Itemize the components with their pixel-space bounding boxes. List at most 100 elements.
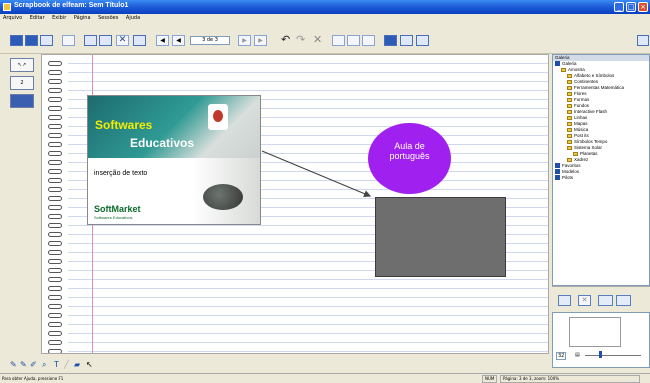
text-tool-icon[interactable]: T <box>54 360 59 370</box>
gallery-item-label: Fundos <box>574 103 590 108</box>
spiral-ring <box>48 187 62 192</box>
next-page-icon[interactable]: ▶ <box>238 35 251 46</box>
creative-pen-icon[interactable]: ✐ <box>30 360 37 370</box>
gallery-item-label: Interactive Flash <box>574 109 608 114</box>
insert-page-icon[interactable] <box>99 35 112 46</box>
gallery-item-label: Continentes <box>574 79 599 84</box>
menu-pagina[interactable]: Página <box>71 14 94 23</box>
view-grid-icon[interactable] <box>25 35 38 46</box>
pen-icon[interactable]: ✎ <box>10 360 17 370</box>
notebook-spiral <box>42 55 68 353</box>
checkbox-icon[interactable] <box>555 61 560 67</box>
gallery-tree: Galeria Galeria Amostra Alfabeto e Símbolos… <box>553 55 649 181</box>
gallery-item-label: Amostra <box>568 67 585 72</box>
app-icon <box>3 3 11 11</box>
link-icon[interactable] <box>347 35 360 46</box>
attach-icon[interactable] <box>362 35 375 46</box>
folder-icon <box>567 109 572 114</box>
gallery-item-label: Galeria <box>562 61 577 66</box>
spiral-ring <box>48 250 62 255</box>
checkbox-icon[interactable] <box>555 175 560 181</box>
gray-rectangle-shape[interactable] <box>375 197 506 277</box>
spiral-ring <box>48 331 62 336</box>
menu-sessoes[interactable]: Sessões <box>95 14 121 23</box>
dual-view-icon[interactable] <box>400 35 413 46</box>
line-tool-icon[interactable]: ╱ <box>64 360 69 370</box>
spiral-ring <box>48 286 62 291</box>
fill-tool-icon[interactable]: ▰ <box>74 360 80 370</box>
menu-arquivo[interactable]: Arquivo <box>0 14 25 23</box>
gallery-remove-icon[interactable]: ✕ <box>578 295 591 306</box>
image-title-line1: Softwares <box>95 118 153 132</box>
checkbox-icon[interactable] <box>555 163 560 169</box>
magic-pen-icon[interactable]: ⌕ <box>42 360 46 370</box>
last-page-icon[interactable]: ▶ <box>254 35 267 46</box>
gallery-item-label: Favoritos <box>562 163 581 168</box>
view-single-icon[interactable] <box>10 35 23 46</box>
previous-page-icon[interactable]: ◀ <box>156 35 169 46</box>
softwares-educativos-image[interactable]: Softwares Educativos inserção de texto S… <box>87 95 261 225</box>
spiral-ring <box>48 268 62 273</box>
full-view-icon[interactable] <box>416 35 429 46</box>
menu-ajuda[interactable]: Ajuda <box>123 14 143 23</box>
first-page-icon[interactable]: ◀ <box>172 35 185 46</box>
minimize-button[interactable]: _ <box>614 2 624 12</box>
aula-de-portugues-circle[interactable]: Aula de português <box>368 123 451 194</box>
gallery-item-label: Xadrez <box>574 157 589 162</box>
folder-icon <box>567 133 572 138</box>
select-pointer-icon[interactable]: ↖ <box>86 360 93 370</box>
show-gallery-icon[interactable] <box>384 35 397 46</box>
folder-icon <box>567 91 572 96</box>
gallery-item-label: Linhas <box>574 115 588 120</box>
zoom-menu-icon[interactable]: ▤ <box>575 352 580 358</box>
close-button[interactable]: × <box>638 2 648 12</box>
computer-mouse-picture <box>203 184 243 210</box>
clone-icon[interactable] <box>332 35 345 46</box>
panel-toggle-icon[interactable] <box>637 35 649 46</box>
gallery-camera-icon[interactable] <box>598 295 613 306</box>
menu-editar[interactable]: Editar <box>27 14 48 23</box>
folder-icon <box>567 115 572 120</box>
folder-icon <box>567 139 572 144</box>
maximize-button[interactable]: □ <box>626 2 636 12</box>
screen-capture-icon[interactable] <box>62 35 75 46</box>
gallery-item-label: Alfabeto e Símbolos <box>574 73 615 78</box>
zoom-slider-track[interactable] <box>585 355 641 356</box>
zoom-slider-thumb[interactable] <box>599 351 602 358</box>
spiral-ring <box>48 295 62 300</box>
spiral-ring <box>48 88 62 93</box>
circle-text-line1: Aula de <box>394 141 425 151</box>
gallery-add-icon[interactable] <box>558 295 571 306</box>
spiral-ring <box>48 133 62 138</box>
delete-icon[interactable]: ✕ <box>116 35 129 46</box>
gallery-tree-item[interactable]: Pilots <box>553 175 649 181</box>
page-view-icon[interactable] <box>10 94 34 108</box>
select-arrow-icon[interactable]: ↖↗ <box>10 58 34 72</box>
spiral-ring <box>48 97 62 102</box>
folder-icon <box>567 157 572 162</box>
page-2-icon[interactable]: 2 <box>10 76 34 90</box>
status-page-info: Página: 3 de 3, zoom: 100% <box>500 375 640 383</box>
page-indicator[interactable]: 3 de 3 <box>190 36 230 45</box>
spiral-ring <box>48 232 62 237</box>
menu-exibir[interactable]: Exibir <box>49 14 69 23</box>
delete-object-icon[interactable]: ✕ <box>313 33 322 46</box>
checkbox-icon[interactable] <box>555 169 560 175</box>
spiral-ring <box>48 160 62 165</box>
circle-text-line2: português <box>389 151 430 161</box>
spiral-ring <box>48 151 62 156</box>
undo-icon[interactable]: ↶ <box>281 33 290 46</box>
clear-page-icon[interactable] <box>133 35 146 46</box>
spiral-ring <box>48 124 62 129</box>
spiral-ring <box>48 214 62 219</box>
gallery-item-label: Formas <box>574 97 590 102</box>
insert-image-icon[interactable] <box>84 35 97 46</box>
spiral-ring <box>48 349 62 353</box>
zoom-value[interactable]: 32 <box>556 352 567 360</box>
highlighter-icon[interactable]: ✎ <box>20 360 27 370</box>
view-wide-icon[interactable] <box>40 35 53 46</box>
folder-icon <box>567 97 572 102</box>
gallery-video-icon[interactable] <box>616 295 631 306</box>
redo-icon[interactable]: ↷ <box>296 33 305 46</box>
thumbnail-page[interactable] <box>569 317 621 347</box>
